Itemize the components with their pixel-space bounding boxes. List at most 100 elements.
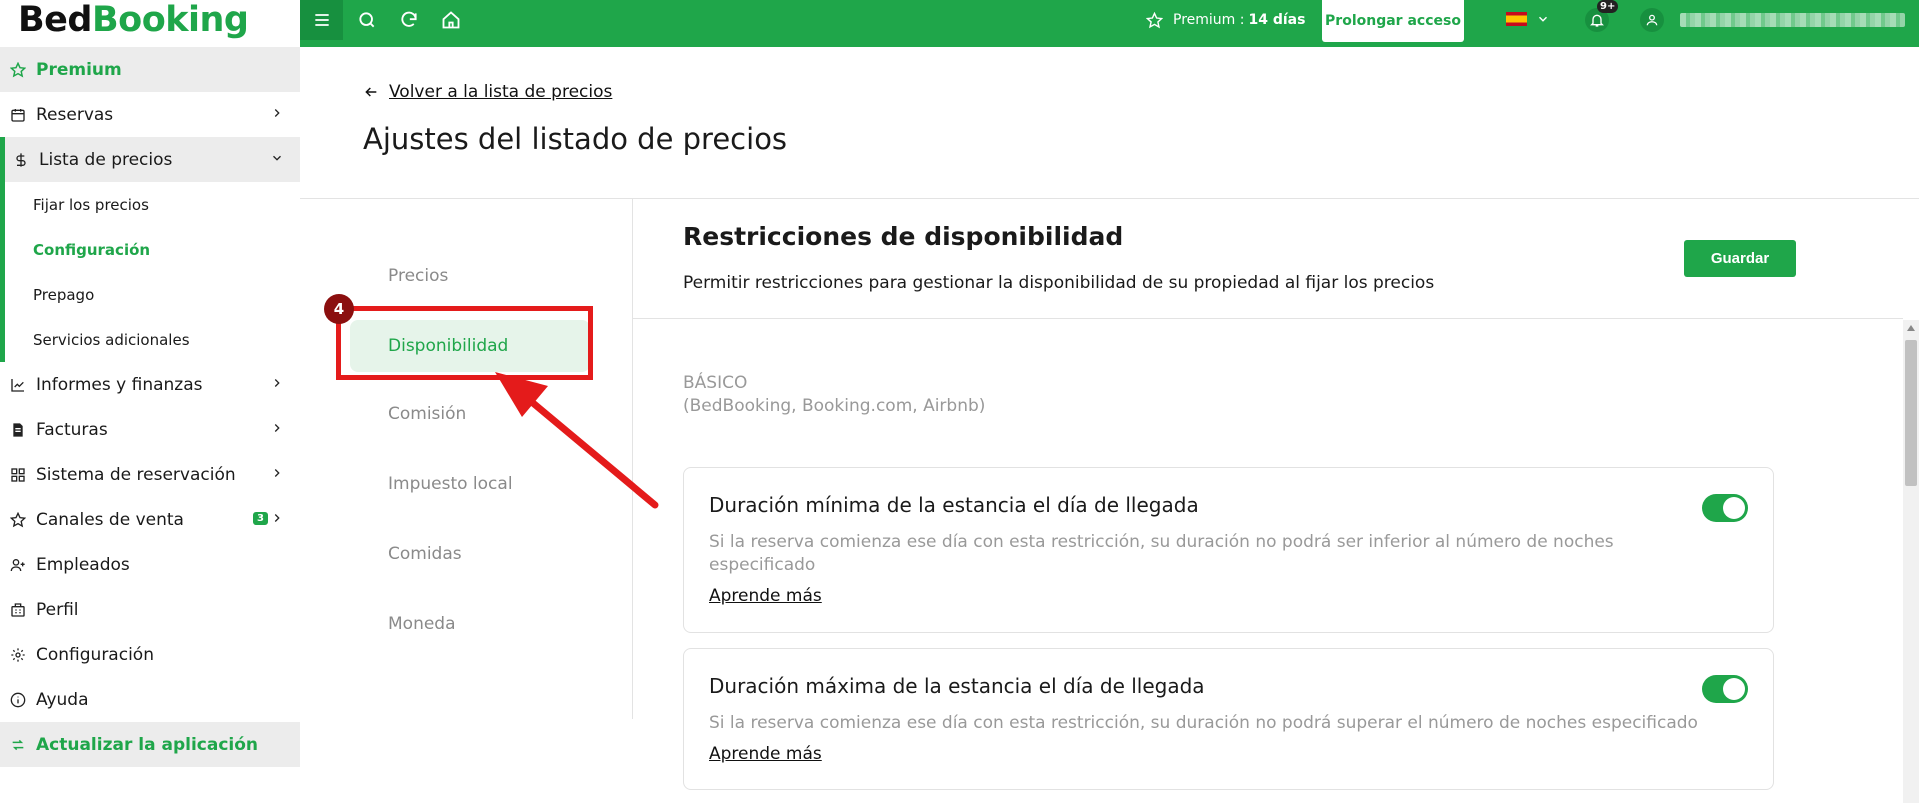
sidebar-item-actualizar[interactable]: Actualizar la aplicación (0, 722, 300, 767)
hamburger-icon (314, 14, 329, 26)
channels-count-badge: 3 (253, 512, 268, 525)
grid-icon (10, 467, 26, 483)
sidebar-item-label: Facturas (36, 419, 108, 440)
sidebar-item-perfil[interactable]: Perfil (0, 587, 300, 632)
logo-part-bed: Bed (18, 0, 92, 40)
sidebar-item-label: Informes y finanzas (36, 374, 203, 395)
sidebar-item-configuracion[interactable]: Configuración (0, 632, 300, 677)
bell-icon (1590, 14, 1604, 27)
sidebar-item-empleados[interactable]: Empleados (0, 542, 300, 587)
scroll-up-arrow[interactable] (1903, 320, 1919, 336)
learn-more-link[interactable]: Aprende más (709, 744, 822, 764)
star-icon (10, 511, 26, 528)
restriction-card-min-stay: Duración mínima de la estancia el día de… (683, 467, 1774, 633)
annotation-step-number: 4 (324, 294, 354, 324)
dollar-icon (13, 152, 29, 168)
topbar: Premium : 14 días Prolongar acceso 9+ (300, 0, 1919, 47)
sidebar-subitem-fijar-precios[interactable]: Fijar los precios (5, 182, 300, 227)
sidebar-item-label: Perfil (36, 599, 79, 620)
sidebar-item-sistema-reservacion[interactable]: Sistema de reservación (0, 452, 300, 497)
max-stay-toggle[interactable] (1702, 675, 1748, 703)
restriction-card-max-stay: Duración máxima de la estancia el día de… (683, 648, 1774, 790)
tab-comidas[interactable]: Comidas (350, 528, 590, 580)
chart-icon (10, 377, 26, 393)
sidebar-subitem-servicios-adicionales[interactable]: Servicios adicionales (5, 317, 300, 362)
premium-days: 14 días (1248, 12, 1306, 28)
tabs-divider (632, 199, 633, 719)
notifications-count-badge: 9+ (1597, 0, 1619, 13)
sidebar-item-premium[interactable]: Premium (0, 47, 300, 92)
user-plus-icon (10, 557, 26, 573)
home-button[interactable] (431, 0, 471, 40)
premium-label: Premium : (1173, 12, 1245, 28)
triangle-up-icon (1907, 325, 1915, 331)
sidebar-item-label: Canales de venta (36, 509, 184, 530)
learn-more-link[interactable]: Aprende más (709, 586, 822, 606)
save-button[interactable]: Guardar (1684, 240, 1796, 277)
arrow-left-icon (365, 87, 377, 97)
chevron-right-icon (274, 379, 280, 387)
content-scrollbar[interactable] (1903, 320, 1919, 803)
premium-status[interactable]: Premium : 14 días (1146, 0, 1305, 40)
toggle-knob (1723, 497, 1745, 519)
chevron-right-icon (274, 424, 280, 432)
card-description: Si la reserva comienza ese día con esta … (709, 713, 1698, 733)
sidebar-item-label: Sistema de reservación (36, 464, 236, 485)
user-icon (1646, 14, 1658, 26)
chevron-right-icon (274, 514, 280, 522)
search-icon (359, 12, 375, 28)
refresh-icon (10, 737, 26, 753)
section-description: Permitir restricciones para gestionar la… (683, 273, 1435, 293)
prolong-access-button[interactable]: Prolongar acceso (1322, 0, 1464, 42)
card-title: Duración mínima de la estancia el día de… (709, 493, 1199, 517)
tab-precios[interactable]: Precios (350, 250, 590, 302)
sidebar-item-label: Ayuda (36, 689, 89, 710)
sidebar-item-informes[interactable]: Informes y finanzas (0, 362, 300, 407)
home-icon (442, 11, 460, 29)
sidebar-subitem-configuracion[interactable]: Configuración (5, 227, 300, 272)
sidebar: BedBooking Premium Reservas Lista de pre… (0, 0, 300, 803)
sidebar-subitem-prepago[interactable]: Prepago (5, 272, 300, 317)
bedbooking-logo[interactable]: BedBooking (18, 0, 249, 40)
gear-icon (10, 647, 26, 663)
user-avatar[interactable] (1640, 8, 1664, 32)
sidebar-item-label: Actualizar la aplicación (36, 734, 259, 755)
star-icon (1146, 11, 1163, 28)
menu-toggle-button[interactable] (300, 0, 343, 40)
sidebar-item-reservas[interactable]: Reservas (0, 92, 300, 137)
basic-group-label: BÁSICO (BedBooking, Booking.com, Airbnb) (683, 372, 985, 418)
chevron-right-icon (274, 109, 280, 117)
card-description: Si la reserva comienza ese día con esta … (709, 532, 1614, 575)
sidebar-item-ayuda[interactable]: Ayuda (0, 677, 300, 722)
sidebar-item-canales-venta[interactable]: Canales de venta 3 (0, 497, 300, 542)
page-title: Ajustes del listado de precios (363, 122, 788, 156)
user-name-blurred[interactable] (1680, 13, 1905, 27)
search-button[interactable] (347, 0, 387, 40)
sidebar-item-label: Empleados (36, 554, 130, 575)
sidebar-item-lista-de-precios[interactable]: Lista de precios (0, 137, 300, 182)
chevron-down-icon[interactable] (1536, 12, 1550, 26)
chevron-right-icon (274, 469, 280, 477)
spain-flag-icon[interactable] (1506, 12, 1527, 26)
back-link-label: Volver a la lista de precios (389, 82, 613, 102)
min-stay-toggle[interactable] (1702, 494, 1748, 522)
basic-group-title: BÁSICO (683, 373, 748, 393)
header-divider (300, 198, 1919, 199)
back-to-pricelist-link[interactable]: Volver a la lista de precios (363, 82, 612, 102)
sidebar-item-label: Lista de precios (39, 149, 173, 170)
tab-moneda[interactable]: Moneda (350, 598, 590, 650)
tab-comision[interactable]: Comisión (350, 388, 590, 440)
sidebar-item-label: Configuración (36, 644, 154, 665)
tab-impuesto-local[interactable]: Impuesto local (350, 458, 590, 510)
refresh-button[interactable] (389, 0, 429, 40)
invoice-icon (10, 422, 26, 438)
scroll-thumb[interactable] (1905, 340, 1917, 486)
sidebar-item-facturas[interactable]: Facturas (0, 407, 300, 452)
content-divider (633, 318, 1903, 319)
sidebar-item-label: Reservas (36, 104, 114, 125)
sidebar-item-label: Premium (36, 59, 122, 80)
toggle-knob (1723, 678, 1745, 700)
sidebar-submenu-lista-de-precios: Fijar los precios Configuración Prepago … (0, 182, 300, 362)
card-title: Duración máxima de la estancia el día de… (709, 674, 1205, 698)
star-icon (10, 61, 26, 78)
